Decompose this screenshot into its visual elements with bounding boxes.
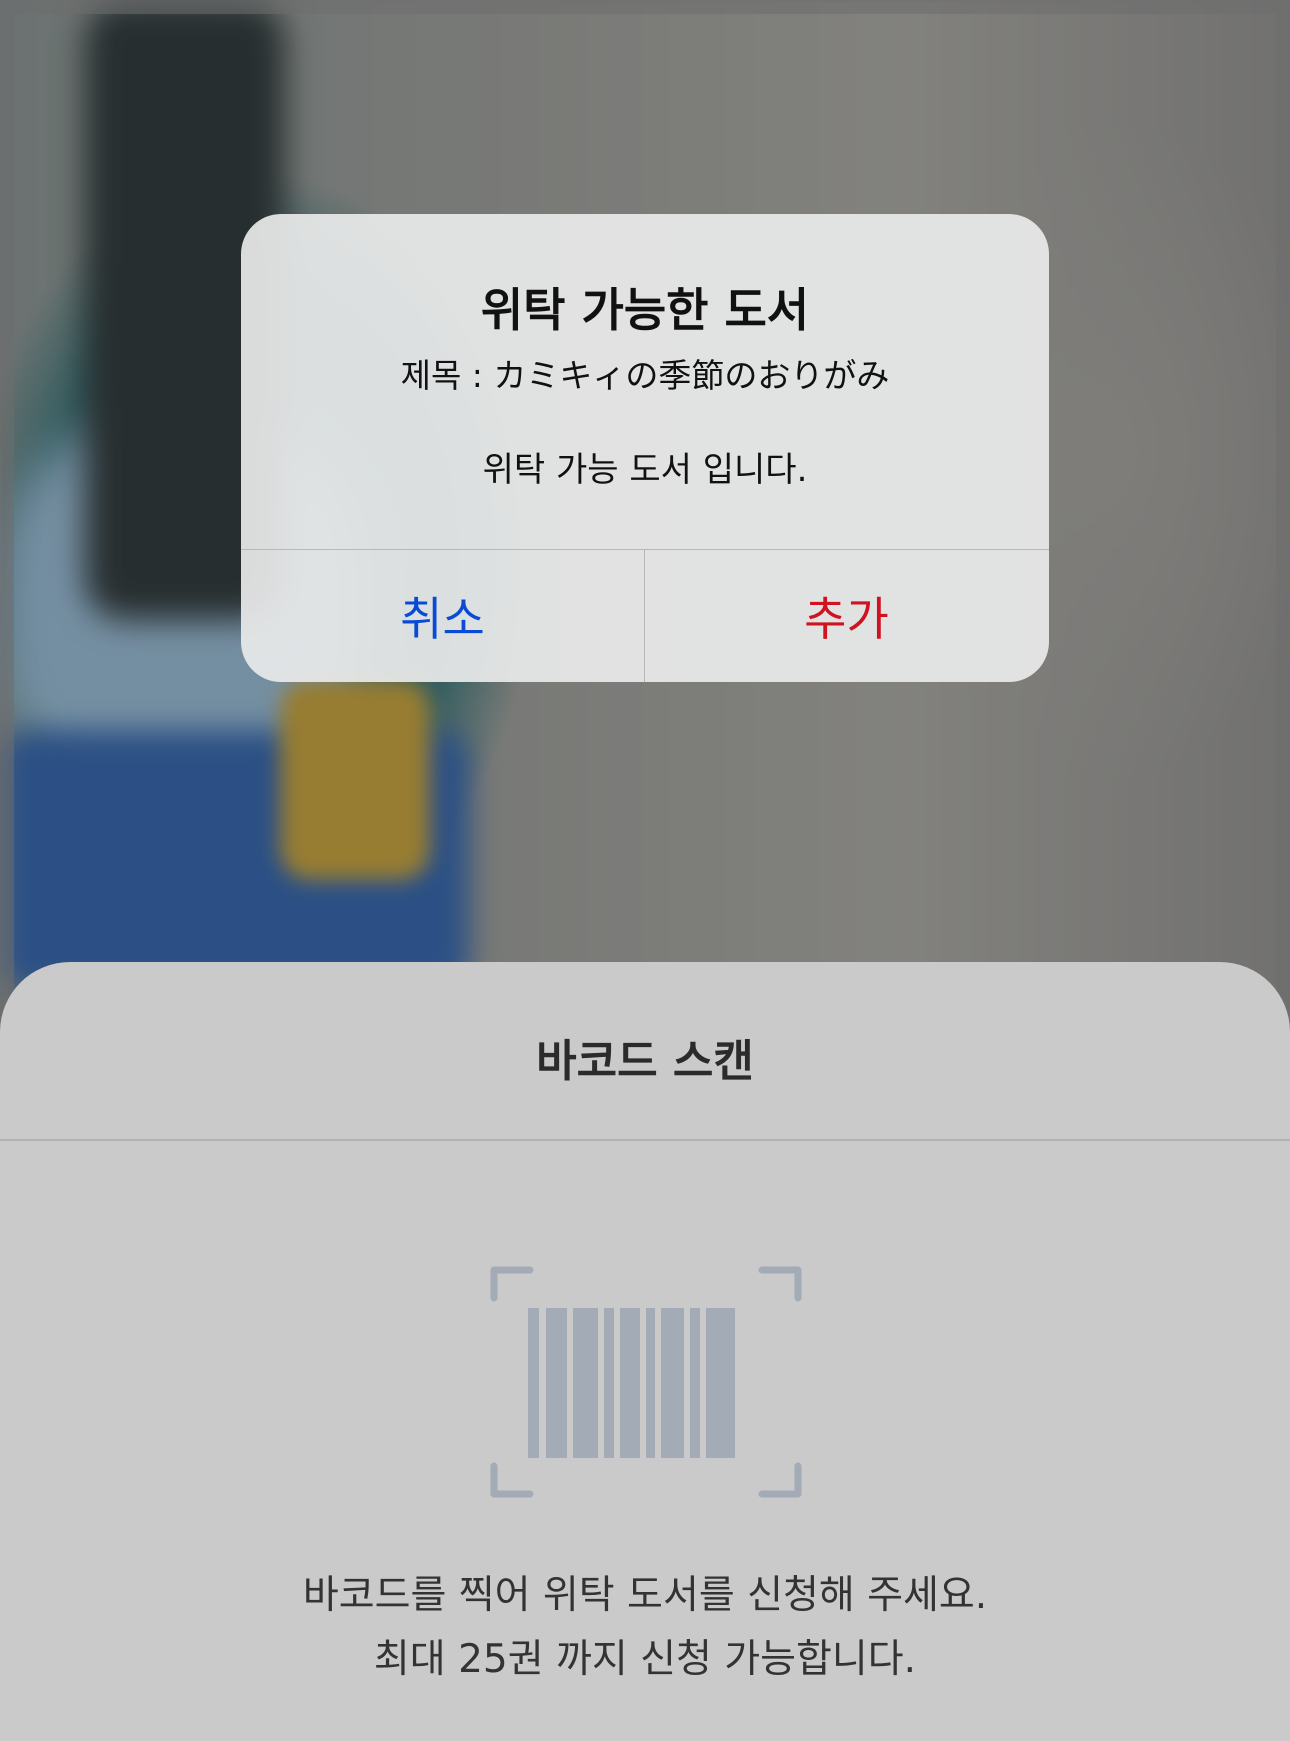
instruction-text: 바코드를 찍어 위탁 도서를 신청해 주세요. bbox=[302, 1573, 988, 1618]
sheet-title: 바코드 스캔 bbox=[536, 1036, 754, 1087]
sheet-divider bbox=[0, 1139, 1290, 1141]
limit-text: 최대 25권 까지 신청 가능합니다. bbox=[373, 1637, 917, 1682]
alert-book-title: 제목 : カミキィの季節のおりがみ bbox=[400, 356, 890, 395]
cancel-button[interactable]: 취소 bbox=[241, 550, 644, 682]
barcode-scan-sheet: 바코드 스캔 바코드를 찍어 위탁 도서를 신청해 주세요. 최대 25권 까지… bbox=[0, 962, 1290, 1741]
barcode-scan-icon bbox=[490, 1266, 802, 1498]
screen: 위탁 가능한 도서 제목 : カミキィの季節のおりがみ 위탁 가능 도서 입니다… bbox=[0, 0, 1290, 1741]
alert-dialog: 위탁 가능한 도서 제목 : カミキィの季節のおりがみ 위탁 가능 도서 입니다… bbox=[241, 214, 1049, 682]
alert-message: 위탁 가능 도서 입니다. bbox=[482, 450, 808, 490]
alert-title: 위탁 가능한 도서 bbox=[480, 283, 810, 337]
add-button[interactable]: 추가 bbox=[645, 550, 1048, 682]
